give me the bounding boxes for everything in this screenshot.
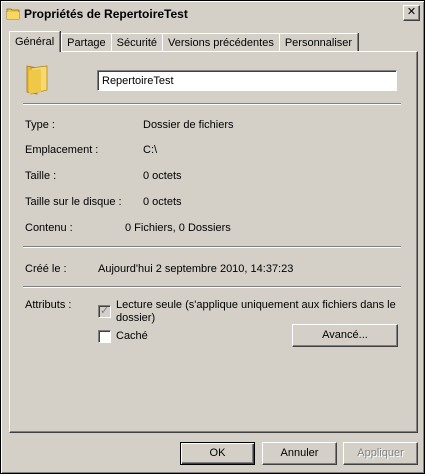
created-label: Créé le : [25, 263, 67, 275]
hidden-checkbox[interactable] [98, 330, 111, 343]
readonly-label-line1: Lecture seule (s'applique uniquement aux… [116, 299, 396, 311]
type-label: Type : [25, 119, 55, 131]
tab-previous-versions[interactable]: Versions précédentes [162, 33, 280, 52]
apply-button[interactable]: Appliquer [343, 442, 418, 465]
separator [23, 246, 401, 248]
close-icon: ✕ [406, 6, 417, 18]
close-button[interactable]: ✕ [403, 5, 420, 21]
location-value: C:\ [143, 144, 158, 156]
size-on-disk-value: 0 octets [143, 196, 182, 208]
size-value: 0 octets [143, 170, 182, 182]
hidden-label: Caché [116, 330, 148, 342]
folder-name-input[interactable] [97, 70, 397, 91]
created-value: Aujourd'hui 2 septembre 2010, 14:37:23 [98, 263, 294, 275]
advanced-button[interactable]: Avancé... [292, 324, 398, 347]
window-title: Propriétés de RepertoireTest [24, 6, 188, 21]
cancel-button[interactable]: Annuler [262, 442, 337, 465]
properties-dialog: Propriétés de RepertoireTest ✕ Général P… [0, 0, 425, 474]
separator [23, 286, 401, 288]
readonly-label-line2: dossier) [116, 312, 156, 324]
folder-icon [23, 62, 53, 96]
check-icon: ✓ [100, 305, 110, 317]
tab-sharing[interactable]: Partage [61, 33, 112, 52]
general-panel [9, 51, 418, 433]
type-value: Dossier de fichiers [143, 119, 234, 131]
readonly-checkbox[interactable]: ✓ [98, 305, 111, 318]
ok-button[interactable]: OK [180, 442, 255, 465]
contents-label: Contenu : [25, 222, 73, 234]
folder-icon [6, 7, 20, 20]
attributes-label: Attributs : [25, 299, 72, 311]
separator [23, 103, 401, 105]
tab-customize[interactable]: Personnaliser [278, 33, 359, 52]
title-bar: Propriétés de RepertoireTest ✕ [4, 4, 421, 23]
tab-strip: Général Partage Sécurité Versions précéd… [9, 31, 359, 52]
size-on-disk-label: Taille sur le disque : [25, 196, 122, 208]
size-label: Taille : [25, 170, 57, 182]
tab-security[interactable]: Sécurité [110, 33, 164, 52]
contents-value: 0 Fichiers, 0 Dossiers [125, 222, 231, 234]
tab-general[interactable]: Général [9, 31, 61, 52]
location-label: Emplacement : [25, 144, 99, 156]
